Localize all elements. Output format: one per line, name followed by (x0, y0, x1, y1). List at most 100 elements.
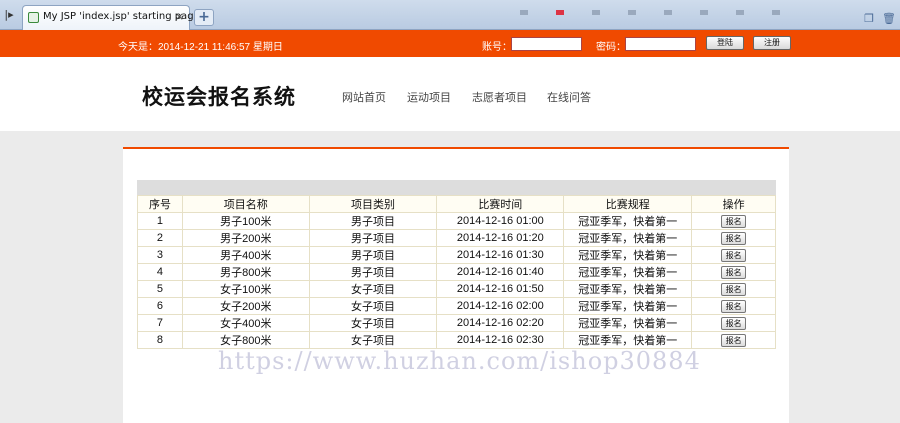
table-row: 5 女子100米 女子项目 2014-12-16 01:50 冠亚季军，快着第一 报名 (137, 280, 776, 298)
table-row: 3 男子400米 男子项目 2014-12-16 01:30 冠亚季军，快着第一 报名 (137, 246, 776, 264)
cell-rules: 冠亚季军，快着第一 (563, 280, 693, 298)
password-label: 密码： (596, 42, 626, 53)
toolbar-icon[interactable] (592, 10, 600, 15)
cell-event-name: 男子400米 (181, 246, 310, 264)
cell-rules: 冠亚季军，快着第一 (563, 331, 693, 349)
cell-action: 报名 (691, 331, 776, 349)
cell-event-name: 女子200米 (181, 297, 310, 315)
header-time: 比赛时间 (436, 195, 565, 213)
toolbar-icon[interactable] (772, 10, 780, 15)
cell-time: 2014-12-16 01:00 (436, 212, 565, 230)
signup-button[interactable]: 报名 (721, 333, 747, 347)
window-icons: ❐ 🗑 (856, 12, 896, 25)
nav-link-sports[interactable]: 运动项目 (407, 89, 451, 105)
toolbar-icon[interactable] (736, 10, 744, 15)
cell-category: 男子项目 (308, 212, 438, 230)
site-title: 校运会报名系统 (142, 85, 296, 109)
cell-category: 女子项目 (308, 297, 438, 315)
cell-index: 2 (137, 229, 183, 247)
cell-category: 女子项目 (308, 280, 438, 298)
login-button[interactable]: 登陆 (706, 36, 744, 50)
cell-time: 2014-12-16 01:50 (436, 280, 565, 298)
header-index: 序号 (137, 195, 183, 213)
header-rules: 比赛规程 (563, 195, 693, 213)
trash-icon[interactable]: 🗑 (882, 12, 896, 25)
toolbar-icon[interactable] (520, 10, 528, 15)
toolbar-icons (520, 0, 808, 15)
password-input[interactable] (625, 37, 696, 51)
cell-category: 男子项目 (308, 229, 438, 247)
cell-rules: 冠亚季军，快着第一 (563, 212, 693, 230)
nav-link-volunteer[interactable]: 志愿者项目 (472, 89, 527, 105)
table-row: 8 女子800米 女子项目 2014-12-16 02:30 冠亚季军，快着第一 报名 (137, 331, 776, 349)
cell-action: 报名 (691, 229, 776, 247)
browser-tab-strip: |▸ My JSP 'index.jsp' starting page × + … (0, 0, 900, 30)
cell-time: 2014-12-16 02:20 (436, 314, 565, 332)
cell-index: 8 (137, 331, 183, 349)
cell-index: 1 (137, 212, 183, 230)
account-input[interactable] (511, 37, 582, 51)
signup-button[interactable]: 报名 (721, 214, 747, 228)
cell-index: 6 (137, 297, 183, 315)
cell-time: 2014-12-16 01:30 (436, 246, 565, 264)
toolbar-icon[interactable] (556, 10, 564, 15)
table-caption-bar (137, 180, 776, 195)
cell-time: 2014-12-16 02:30 (436, 331, 565, 349)
signup-button[interactable]: 报名 (721, 231, 747, 245)
close-tab-icon[interactable]: × (175, 6, 184, 28)
cell-time: 2014-12-16 01:20 (436, 229, 565, 247)
sidebar-toggle-icon[interactable]: |▸ (2, 8, 16, 22)
cell-action: 报名 (691, 212, 776, 230)
nav-link-home[interactable]: 网站首页 (342, 89, 386, 105)
cell-rules: 冠亚季军，快着第一 (563, 229, 693, 247)
signup-button[interactable]: 报名 (721, 316, 747, 330)
cell-event-name: 男子800米 (181, 263, 310, 281)
cell-rules: 冠亚季军，快着第一 (563, 314, 693, 332)
restore-icon[interactable]: ❐ (864, 12, 874, 25)
cell-category: 男子项目 (308, 246, 438, 264)
account-label: 账号： (482, 42, 512, 53)
signup-button[interactable]: 报名 (721, 299, 747, 313)
cell-event-name: 女子400米 (181, 314, 310, 332)
toolbar-icon[interactable] (664, 10, 672, 15)
cell-action: 报名 (691, 314, 776, 332)
header-event-name: 项目名称 (181, 195, 310, 213)
table-row: 4 男子800米 男子项目 2014-12-16 01:40 冠亚季军，快着第一 报名 (137, 263, 776, 281)
cell-action: 报名 (691, 263, 776, 281)
table-row: 7 女子400米 女子项目 2014-12-16 02:20 冠亚季军，快着第一 报名 (137, 314, 776, 332)
cell-time: 2014-12-16 02:00 (436, 297, 565, 315)
signup-button[interactable]: 报名 (721, 265, 747, 279)
cell-action: 报名 (691, 297, 776, 315)
cell-event-name: 男子200米 (181, 229, 310, 247)
cell-index: 3 (137, 246, 183, 264)
header-action: 操作 (691, 195, 776, 213)
cell-action: 报名 (691, 280, 776, 298)
current-date: 今天是：2014-12-21 11:46:57 星期日 (118, 42, 283, 53)
cell-index: 4 (137, 263, 183, 281)
nav-link-qa[interactable]: 在线问答 (547, 89, 591, 105)
cell-event-name: 女子100米 (181, 280, 310, 298)
site-header: 校运会报名系统 网站首页 运动项目 志愿者项目 在线问答 (0, 57, 900, 131)
cell-rules: 冠亚季军，快着第一 (563, 246, 693, 264)
toolbar-icon[interactable] (700, 10, 708, 15)
top-bar: 今天是：2014-12-21 11:46:57 星期日 账号： 密码： 登陆 注… (0, 30, 900, 57)
cell-index: 5 (137, 280, 183, 298)
watermark-text: https://www.huzhan.com/ishop30884 (218, 347, 701, 375)
cell-event-name: 男子100米 (181, 212, 310, 230)
signup-button[interactable]: 报名 (721, 282, 747, 296)
toolbar-icon[interactable] (628, 10, 636, 15)
table-row: 6 女子200米 女子项目 2014-12-16 02:00 冠亚季军，快着第一 报名 (137, 297, 776, 315)
register-button[interactable]: 注册 (753, 36, 791, 50)
table-row: 1 男子100米 男子项目 2014-12-16 01:00 冠亚季军，快着第一 报名 (137, 212, 776, 230)
cell-category: 男子项目 (308, 263, 438, 281)
cell-event-name: 女子800米 (181, 331, 310, 349)
cell-category: 女子项目 (308, 314, 438, 332)
cell-index: 7 (137, 314, 183, 332)
new-tab-button[interactable]: + (194, 9, 214, 26)
header-category: 项目类别 (308, 195, 438, 213)
cell-rules: 冠亚季军，快着第一 (563, 263, 693, 281)
cell-time: 2014-12-16 01:40 (436, 263, 565, 281)
browser-tab[interactable]: My JSP 'index.jsp' starting page × (22, 5, 200, 30)
cell-category: 女子项目 (308, 331, 438, 349)
signup-button[interactable]: 报名 (721, 248, 747, 262)
